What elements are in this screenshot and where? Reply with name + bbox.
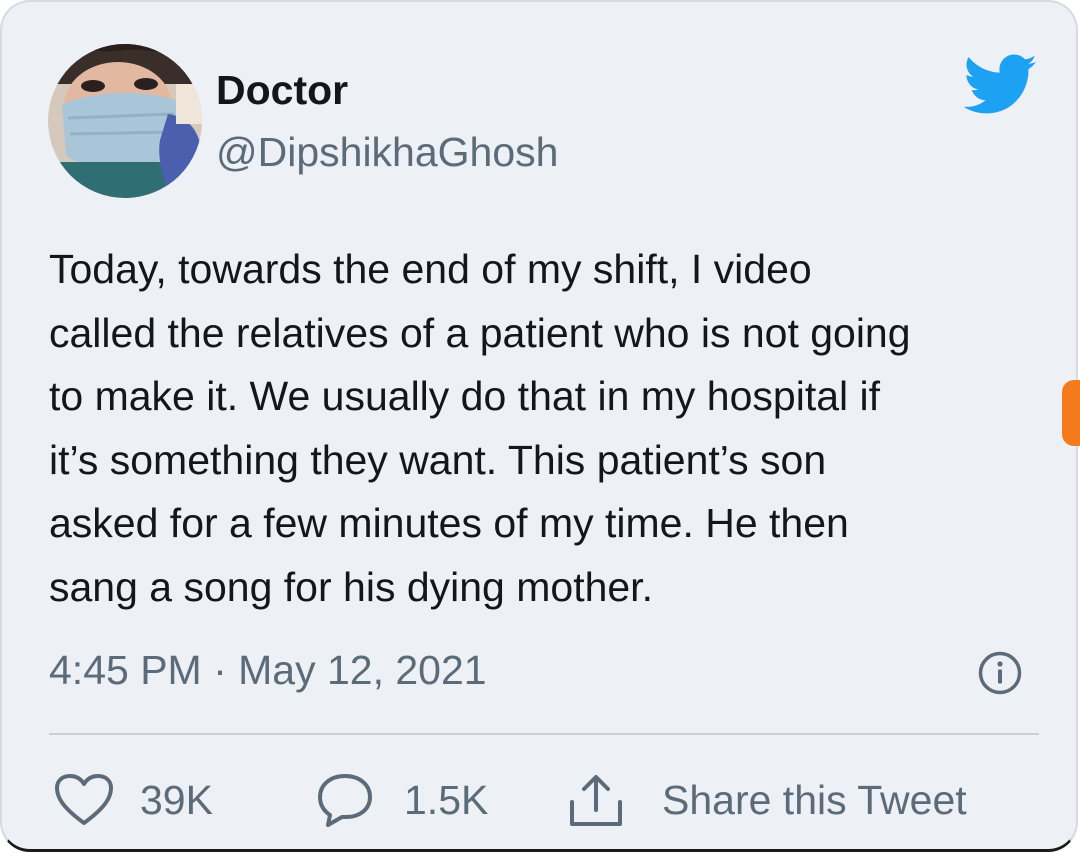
share-icon xyxy=(570,775,622,826)
reply-button[interactable]: 1.5K xyxy=(316,772,488,828)
author-handle[interactable]: @DipshikhaGhosh xyxy=(216,126,558,178)
like-count: 39K xyxy=(140,776,213,823)
like-button[interactable]: 39K xyxy=(54,772,213,828)
tweet-text: Today, towards the end of my shift, I vi… xyxy=(49,238,1049,619)
divider xyxy=(49,733,1039,735)
reply-count: 1.5K xyxy=(404,776,489,823)
share-label: Share this Tweet xyxy=(662,776,967,823)
avatar-photo xyxy=(48,44,202,198)
twitter-bird-icon[interactable] xyxy=(964,54,1038,116)
speech-bubble-icon xyxy=(318,774,372,827)
heart-icon xyxy=(55,774,113,825)
edge-handle[interactable] xyxy=(1062,380,1080,446)
tweet-card[interactable]: Doctor @DipshikhaGhosh Today, towards th… xyxy=(0,0,1078,852)
tweet-timestamp[interactable]: 4:45 PM · May 12, 2021 xyxy=(49,644,487,696)
tweet-text-line: asked for a few minutes of my time. He t… xyxy=(49,500,849,546)
info-icon[interactable] xyxy=(977,650,1023,696)
author-display-name[interactable]: Doctor xyxy=(216,64,348,116)
tweet-text-line: Today, towards the end of my shift, I vi… xyxy=(49,246,812,292)
tweet-text-line: sang a song for his dying mother. xyxy=(49,563,653,610)
tweet-text-line: it’s something they want. This patient’s… xyxy=(49,436,827,483)
avatar[interactable] xyxy=(48,44,202,198)
tweet-text-line: to make it. We usually do that in my hos… xyxy=(49,373,881,419)
share-button[interactable]: Share this Tweet xyxy=(566,772,967,828)
tweet-text-line: called the relatives of a patient who is… xyxy=(49,309,911,356)
